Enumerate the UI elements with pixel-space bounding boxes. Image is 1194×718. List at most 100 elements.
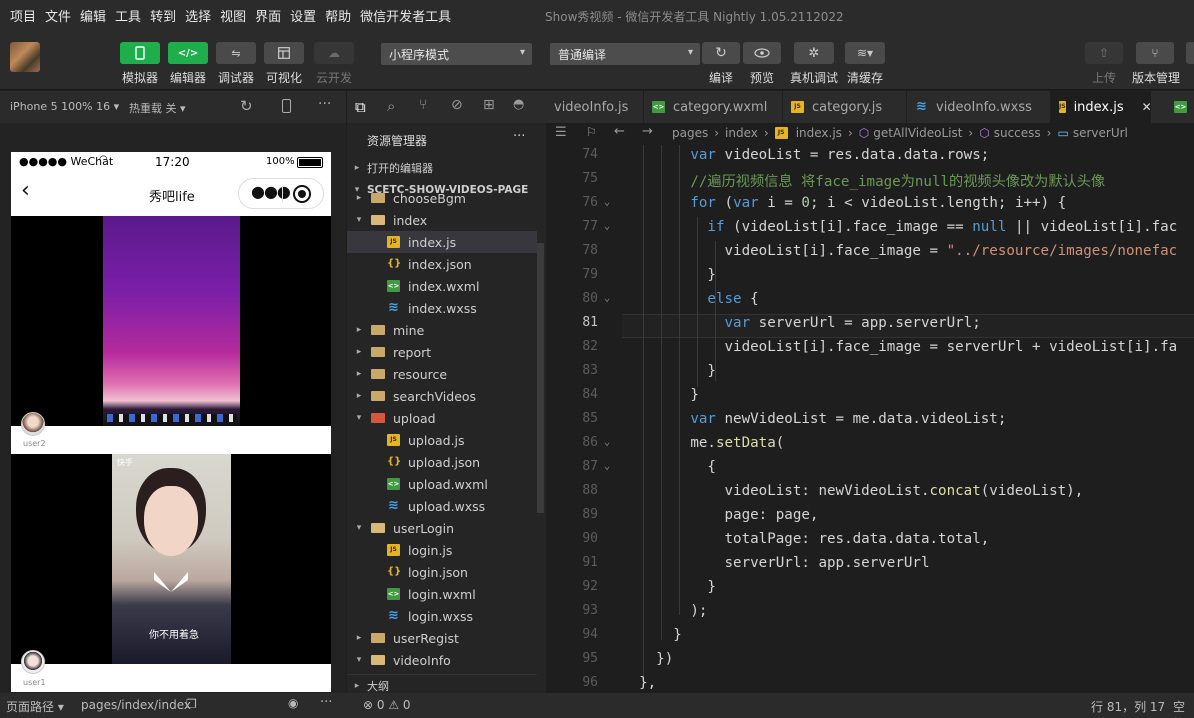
preview-button[interactable] bbox=[743, 42, 781, 64]
menu-item-tools[interactable]: 工具 bbox=[115, 6, 141, 25]
copy-icon[interactable]: ❐ bbox=[186, 697, 197, 711]
fold-chevron-icon[interactable]: ⌄ bbox=[604, 221, 610, 232]
mode-select[interactable]: 小程序模式 ▾ bbox=[381, 43, 532, 65]
editor-tab[interactable]: JS index.js ✕ bbox=[1051, 91, 1152, 123]
tree-item[interactable]: {} index.json bbox=[347, 253, 537, 275]
close-icon[interactable]: ✕ bbox=[1142, 100, 1152, 114]
video-card-2[interactable]: 快手 你不用着急 bbox=[11, 454, 331, 664]
breadcrumb-item[interactable]: serverUrl bbox=[1073, 126, 1128, 140]
phone-frame-icon[interactable] bbox=[282, 99, 291, 113]
breadcrumb-item[interactable]: pages bbox=[672, 126, 708, 140]
tree-item[interactable]: ≋ login.wxss bbox=[347, 605, 537, 627]
search-icon[interactable]: ⌕ bbox=[387, 97, 395, 115]
cursor-position[interactable]: 行 81，列 17 bbox=[1091, 698, 1165, 715]
breadcrumb-item[interactable]: index bbox=[725, 126, 758, 140]
tree-item[interactable]: ▾ index bbox=[347, 209, 537, 231]
close-capsule-icon[interactable] bbox=[293, 185, 311, 203]
compile-select[interactable]: 普通编译 ▾ bbox=[550, 43, 700, 65]
upload-button[interactable]: ⇧ bbox=[1085, 42, 1123, 64]
menu-item-interface[interactable]: 界面 bbox=[255, 6, 281, 25]
tree-item[interactable]: ≋ upload.wxss bbox=[347, 495, 537, 517]
user-avatar-2[interactable] bbox=[21, 650, 45, 674]
tree-item[interactable]: ▾ userLogin bbox=[347, 517, 537, 539]
fold-chevron-icon[interactable]: ⌄ bbox=[604, 437, 610, 448]
real-debug-button[interactable]: ✲ bbox=[794, 42, 834, 64]
tree-item[interactable]: {} login.json bbox=[347, 561, 537, 583]
forward-arrow-icon[interactable]: → bbox=[642, 124, 653, 139]
simulator-button[interactable] bbox=[120, 42, 160, 64]
list-icon[interactable]: ☰ bbox=[555, 125, 567, 140]
git-icon[interactable]: ⑂ bbox=[419, 97, 427, 113]
fold-chevron-icon[interactable]: ⌄ bbox=[604, 293, 610, 304]
editor-tab-overflow[interactable]: <> bbox=[1166, 91, 1194, 123]
tree-item[interactable]: ▸ mine bbox=[347, 319, 537, 341]
rotate-icon[interactable]: ↻ bbox=[240, 97, 253, 115]
files-icon[interactable]: ⧉ bbox=[355, 98, 366, 116]
debug-icon[interactable]: ⊘ bbox=[451, 97, 463, 113]
hot-reload-select[interactable]: 热重载 关 ▾ bbox=[129, 100, 186, 116]
breadcrumb-item[interactable]: index.js bbox=[796, 126, 842, 140]
tree-scrollbar[interactable] bbox=[537, 243, 544, 513]
more-toolbar-button[interactable] bbox=[1186, 42, 1194, 64]
docker-icon[interactable]: ◓ bbox=[513, 97, 524, 112]
tree-item[interactable]: JS upload.js bbox=[347, 429, 537, 451]
open-editors-section[interactable]: ▸ 打开的编辑器 bbox=[347, 157, 537, 179]
bookmark-icon[interactable]: ⚐ bbox=[586, 125, 597, 139]
tree-item[interactable]: <> upload.wxml bbox=[347, 473, 537, 495]
project-avatar[interactable] bbox=[10, 42, 40, 72]
more-icon[interactable]: ··· bbox=[320, 695, 332, 710]
editor-tab[interactable]: ≋ videoInfo.wxss bbox=[907, 91, 1051, 123]
back-icon[interactable]: ‹ bbox=[21, 180, 30, 202]
menu-item-project[interactable]: 项目 bbox=[10, 6, 36, 25]
tree-item[interactable]: ▸ chooseBgm bbox=[347, 193, 537, 209]
fold-chevron-icon[interactable]: ⌄ bbox=[604, 461, 610, 472]
page-path-select[interactable]: 页面路径 ▾ bbox=[6, 698, 64, 715]
user-avatar-1[interactable] bbox=[21, 412, 45, 436]
device-select[interactable]: iPhone 5 100% 16 ▾ bbox=[10, 100, 119, 113]
compile-button[interactable]: ↻ bbox=[702, 42, 740, 64]
extensions-icon[interactable]: ⊞ bbox=[483, 97, 495, 113]
tree-item[interactable]: <> index.wxml bbox=[347, 275, 537, 297]
tree-item[interactable]: <> login.wxml bbox=[347, 583, 537, 605]
menu-item-select[interactable]: 选择 bbox=[185, 6, 211, 25]
editor-tab[interactable]: <> category.wxml bbox=[644, 91, 783, 123]
tree-item[interactable]: ▾ upload bbox=[347, 407, 537, 429]
visual-button[interactable] bbox=[264, 42, 304, 64]
debugger-button[interactable]: ⇋ bbox=[216, 42, 256, 64]
menu-item-goto[interactable]: 转到 bbox=[150, 6, 176, 25]
indent-setting[interactable]: 空格 bbox=[1173, 698, 1194, 718]
tree-item[interactable]: ≋ index.wxss bbox=[347, 297, 537, 319]
menu-item-view[interactable]: 视图 bbox=[220, 6, 246, 25]
problems-indicator[interactable]: ⊗ 0 ⚠ 0 bbox=[363, 698, 411, 712]
menu-item-edit[interactable]: 编辑 bbox=[80, 6, 106, 25]
eye-icon[interactable]: ◉ bbox=[288, 696, 298, 710]
cloud-button[interactable]: ☁ bbox=[314, 42, 354, 64]
tree-item[interactable]: {} upload.json bbox=[347, 451, 537, 473]
menu-item-settings[interactable]: 设置 bbox=[290, 6, 316, 25]
tree-item[interactable]: ▸ resource bbox=[347, 363, 537, 385]
code-editor[interactable]: 74 var videoList = res.data.data.rows; 75… bbox=[546, 145, 1194, 693]
tree-item[interactable]: ▸ searchVideos bbox=[347, 385, 537, 407]
editor-button[interactable]: </> bbox=[168, 42, 208, 64]
menu-item-help[interactable]: 帮助 bbox=[325, 6, 351, 25]
tree-item[interactable]: JS index.js bbox=[347, 231, 537, 253]
menu-item-wechat-devtools[interactable]: 微信开发者工具 bbox=[360, 6, 451, 25]
more-icon[interactable]: ··· bbox=[318, 96, 331, 112]
menu-item-file[interactable]: 文件 bbox=[45, 6, 71, 25]
version-button[interactable]: ⑂ bbox=[1136, 42, 1174, 64]
tree-item[interactable]: ▸ report bbox=[347, 341, 537, 363]
breadcrumb-item[interactable]: success bbox=[994, 126, 1041, 140]
video-card-1[interactable] bbox=[11, 216, 331, 426]
tree-item[interactable]: ▾ videoInfo bbox=[347, 649, 537, 671]
breadcrumb-item[interactable]: getAllVideoList bbox=[873, 126, 962, 140]
tree-item[interactable]: ▸ userRegist bbox=[347, 627, 537, 649]
editor-tab[interactable]: videoInfo.js bbox=[546, 91, 644, 123]
more-dots-icon[interactable]: ●●● bbox=[251, 182, 291, 201]
editor-tab[interactable]: JS category.js bbox=[783, 91, 907, 123]
tree-item[interactable]: JS login.js bbox=[347, 539, 537, 561]
clear-cache-button[interactable]: ≋▾ bbox=[845, 42, 885, 64]
capsule-button[interactable]: ●●● bbox=[238, 178, 324, 209]
fold-chevron-icon[interactable]: ⌄ bbox=[604, 197, 610, 208]
explorer-more-icon[interactable]: ··· bbox=[513, 129, 525, 144]
back-arrow-icon[interactable]: ← bbox=[614, 124, 625, 139]
